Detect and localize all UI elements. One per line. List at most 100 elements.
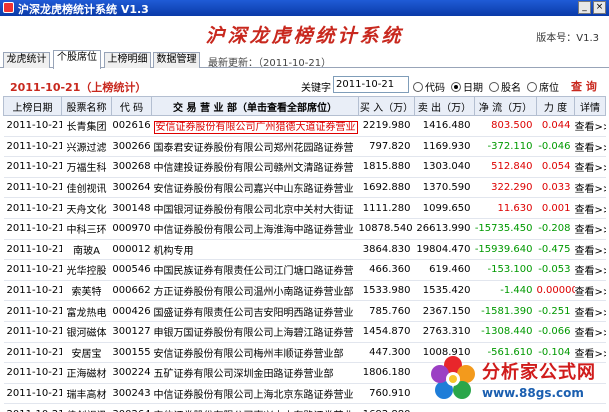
cell-date: 2011-10-21 xyxy=(3,383,62,405)
col-header-sell[interactable]: 卖 出（万） xyxy=(414,96,475,116)
cell-code: 000426 xyxy=(111,300,152,322)
table-row[interactable]: 2011-10-21 兴源过滤 300266 国泰君安证券股份有限公司郑州花园路证券营… xyxy=(3,136,606,158)
cell-detail-link[interactable]: 查看>> xyxy=(574,177,606,199)
col-header-code[interactable]: 代 码 xyxy=(111,96,152,116)
cell-stock-name: 瑞丰高材 xyxy=(61,383,112,405)
cell-branch[interactable]: 方正证券股份有限公司温州小南路证券营业部 xyxy=(151,280,359,302)
tab-stock-seats[interactable]: 个股席位 xyxy=(53,50,101,69)
cell-detail-link[interactable]: 查看>> xyxy=(574,239,606,261)
cell-stock-name: 富龙热电 xyxy=(61,300,112,322)
col-header-branch[interactable]: 交 易 营 业 部（单击查看全部席位） xyxy=(151,96,359,116)
cell-detail-link[interactable]: 查看>> xyxy=(574,136,606,158)
cell-branch[interactable]: 中信建投证券股份有限公司赣州文清路证券营 xyxy=(151,156,359,178)
tab-bar: 龙虎统计 个股席位 上榜明细 数据管理 最新更新：（2011-10-21） xyxy=(0,50,609,69)
cell-sell: 2763.310 xyxy=(414,321,475,343)
cell-branch[interactable]: 机构专用 xyxy=(151,239,359,261)
cell-net: -15735.450 xyxy=(474,218,537,240)
col-header-date[interactable]: 上榜日期 xyxy=(3,96,62,116)
cell-net: -372.110 xyxy=(474,136,537,158)
cell-net: -1308.440 xyxy=(474,321,537,343)
table-row[interactable]: 2011-10-21 光华控股 000546 中国民族证券有限责任公司江门塘口路证券营… xyxy=(3,259,606,281)
cell-buy: 447.300 xyxy=(358,342,415,364)
table-row[interactable]: 2011-10-21 万福生科 300268 中信建投证券股份有限公司赣州文清路证券营… xyxy=(3,156,606,178)
table-row[interactable]: 2011-10-21 中科三环 000970 中信证券股份有限公司上海淮海中路证券营业… xyxy=(3,218,606,240)
cell-date: 2011-10-21 xyxy=(3,136,62,158)
cell-detail-link[interactable]: 查看>> xyxy=(574,218,606,240)
table-row[interactable]: 2011-10-21 天舟文化 300148 中国银河证券股份有限公司北京中关村大街证… xyxy=(3,197,606,219)
radio-seat[interactable]: 席位 xyxy=(527,79,559,94)
cell-branch[interactable]: 申银万国证券股份有限公司上海碧江路证券营 xyxy=(151,321,359,343)
cell-sell: 1303.040 xyxy=(414,156,475,178)
cell-buy: 3864.830 xyxy=(358,239,415,261)
radio-date-dot[interactable] xyxy=(451,81,461,92)
col-header-power[interactable]: 力 度 xyxy=(536,96,575,116)
cell-buy: 797.820 xyxy=(358,136,415,158)
radio-stock-name-dot[interactable] xyxy=(489,81,499,92)
tab-data-management[interactable]: 数据管理 xyxy=(153,52,200,68)
table-row[interactable]: 2011-10-21 银河磁体 300127 申银万国证券股份有限公司上海碧江路证券营… xyxy=(3,321,606,343)
cell-detail-link[interactable]: 查看>> xyxy=(574,197,606,219)
cell-detail-link[interactable]: 查看>> xyxy=(574,156,606,178)
cell-date: 2011-10-21 xyxy=(3,156,62,178)
cell-stock-name: 兴源过滤 xyxy=(61,136,112,158)
radio-stock-name[interactable]: 股名 xyxy=(489,79,521,94)
cell-branch[interactable]: 中信证券股份有限公司上海淮海中路证券营业 xyxy=(151,218,359,240)
table-row[interactable]: 2011-10-21 索芙特 000662 方正证券股份有限公司温州小南路证券营业部 1… xyxy=(3,280,606,302)
cell-branch[interactable]: 安信证券股份有限公司梅州丰顺证券营业部 xyxy=(151,342,359,364)
cell-code: 300224 xyxy=(111,362,152,384)
cell-buy: 1692.880 xyxy=(358,177,415,199)
radio-seat-dot[interactable] xyxy=(527,81,537,92)
cell-detail-link[interactable]: 查看>> xyxy=(574,321,606,343)
cell-detail-link[interactable]: 查看>> xyxy=(574,300,606,322)
cell-branch[interactable]: 安信证券股份有限公司广州猎德大道证券营业 xyxy=(151,115,359,137)
cell-branch[interactable]: 五矿证券有限公司深圳金田路证券营业部 xyxy=(151,362,359,384)
col-header-net[interactable]: 净 流（万） xyxy=(474,96,537,116)
window-title: 沪深龙虎榜统计系统 V1.3 xyxy=(18,3,149,16)
table-row[interactable]: 2011-10-21 富龙热电 000426 国盛证券有限责任公司吉安阳明西路证券营业… xyxy=(3,300,606,322)
radio-code-dot[interactable] xyxy=(413,81,423,92)
col-header-buy[interactable]: 买 入（万） xyxy=(358,96,415,116)
window-titlebar: 沪深龙虎榜统计系统 V1.3 _ × xyxy=(0,0,609,16)
cell-code: 000970 xyxy=(111,218,152,240)
query-button[interactable]: 查 询 xyxy=(571,78,597,94)
table-row[interactable]: 2011-10-21佳创视讯300264安信证券股份有限公司嘉兴中山东路证券营业… xyxy=(3,177,606,199)
cell-buy: 2219.980 xyxy=(358,115,415,137)
cell-date: 2011-10-21 xyxy=(3,115,62,137)
radio-stock-name-label: 股名 xyxy=(501,83,521,94)
cell-stock-name: 佳创视讯 xyxy=(61,403,112,412)
cell-sell: 1099.650 xyxy=(414,197,475,219)
cell-detail-link[interactable]: 查看>> xyxy=(574,280,606,302)
cell-sell: 1169.930 xyxy=(414,136,475,158)
minimize-button[interactable]: _ xyxy=(578,1,591,14)
cell-code: 000012 xyxy=(111,239,152,261)
cell-date: 2011-10-21 xyxy=(3,197,62,219)
radio-code[interactable]: 代码 xyxy=(413,79,445,94)
tab-longhu-stats[interactable]: 龙虎统计 xyxy=(3,52,50,68)
branch-highlight[interactable]: 安信证券股份有限公司广州猎德大道证券营业 xyxy=(153,121,358,135)
cell-code: 300127 xyxy=(111,321,152,343)
table-row[interactable]: 2011-10-21 长青集团 002616 安信证券股份有限公司广州猎德大道证券营业… xyxy=(3,115,606,137)
keyword-input[interactable] xyxy=(333,76,409,93)
filter-bar: 2011-10-21（上榜统计） 关键字 代码 日期 股名 席位 查 询 xyxy=(0,74,609,96)
cell-branch[interactable]: 国盛证券有限责任公司吉安阳明西路证券营业 xyxy=(151,300,359,322)
cell-stock-name: 天舟文化 xyxy=(61,197,112,219)
col-header-detail[interactable]: 详情 xyxy=(574,96,606,116)
cell-detail-link[interactable]: 查看>> xyxy=(574,115,606,137)
cell-date: 2011-10-21 xyxy=(3,403,62,412)
table-row[interactable]: 2011-10-21 南玻A 000012 机构专用 3864.830 19804.470… xyxy=(3,239,606,261)
cell-code: 300268 xyxy=(111,156,152,178)
close-button[interactable]: × xyxy=(593,1,606,14)
cell-branch[interactable]: 中国民族证券有限责任公司江门塘口路证券营 xyxy=(151,259,359,281)
cell-branch[interactable]: 国泰君安证券股份有限公司郑州花园路证券营 xyxy=(151,136,359,158)
radio-date-label: 日期 xyxy=(463,83,483,94)
cell-branch[interactable]: 中信证券股份有限公司上海北京东路证券营业 xyxy=(151,383,359,405)
tab-list-details[interactable]: 上榜明细 xyxy=(104,52,151,68)
cell-branch[interactable]: 安信证券股份有限公司嘉兴中山东路证券营业 xyxy=(151,177,359,199)
cell-branch[interactable]: 中国银河证券股份有限公司北京中关村大街证 xyxy=(151,197,359,219)
cell-power: 0.033 xyxy=(536,177,575,199)
cell-branch[interactable]: 安信证券股份有限公司嘉兴中山东路证券营业 xyxy=(151,403,359,412)
cell-power: -0.208 xyxy=(536,218,575,240)
col-header-name[interactable]: 股票名称 xyxy=(61,96,112,116)
radio-date[interactable]: 日期 xyxy=(451,79,483,94)
cell-detail-link[interactable]: 查看>> xyxy=(574,259,606,281)
